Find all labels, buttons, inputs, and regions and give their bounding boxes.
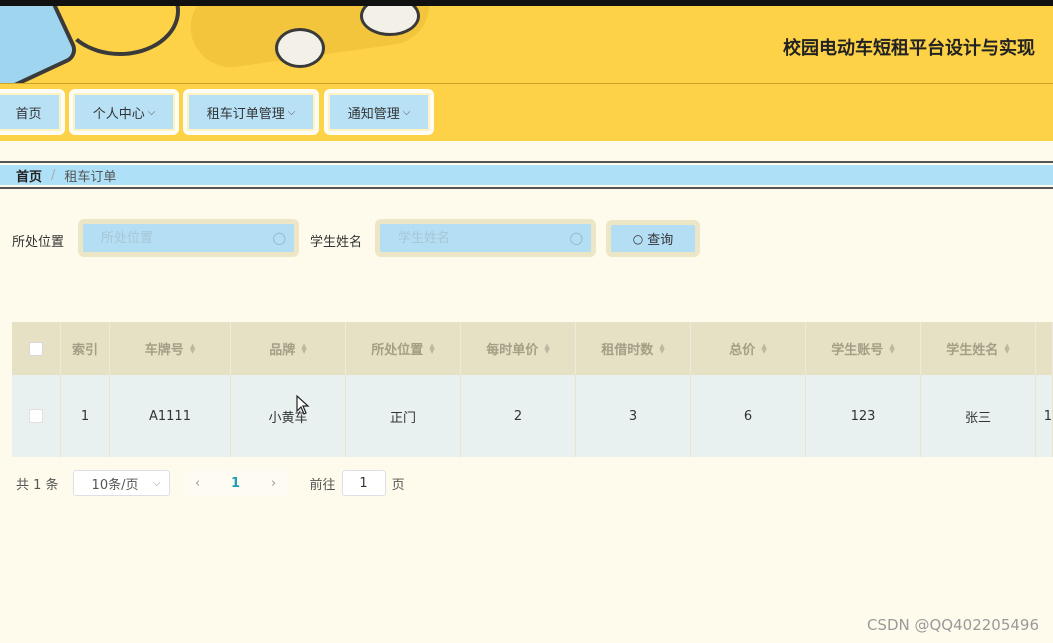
table-cell: 3 (576, 375, 691, 457)
nav-item-notices[interactable]: 通知管理 ⌵ (324, 89, 434, 135)
total-count: 共 1 条 (16, 477, 59, 493)
orders-table: 索引 车牌号 ▲ ▼ 品牌 ▲ ▼ 所处位置 ▲ ▼ 每时单价 ▲ ▼ 租借时数 ▲ ▼ 总价 ▲ ▼ … (12, 322, 1053, 457)
nav-item-home[interactable]: 首页 (0, 89, 65, 135)
location-search-box: ◯ (78, 219, 299, 257)
table-cell: 小黄车 (231, 375, 346, 457)
header-checkbox-cell (12, 322, 61, 375)
column-header[interactable]: 所处位置 ▲ ▼ (346, 322, 461, 375)
chevron-left-icon: ‹ (194, 475, 201, 491)
chevron-down-icon: ⌵ (402, 106, 411, 118)
mouse-cursor-icon (296, 395, 310, 415)
watermark: CSDN @QQ402205496 (866, 616, 1039, 634)
table-cell: 正门 (346, 375, 461, 457)
chevron-down-icon: ⌵ (287, 106, 296, 118)
table-cell-overflow: 1 (1036, 375, 1053, 457)
goto-prefix: 前往 (309, 477, 336, 493)
goto-page-input[interactable]: 1 (341, 470, 386, 496)
query-button-label: 查询 (647, 233, 674, 248)
table-cell: 1 (61, 375, 110, 457)
table-cell: 6 (691, 375, 806, 457)
sort-icon[interactable]: ▲ ▼ (301, 342, 306, 354)
column-header[interactable]: 每时单价 ▲ ▼ (461, 322, 576, 375)
table-cell: 张三 (921, 375, 1036, 457)
sort-icon[interactable]: ▲ ▼ (429, 342, 434, 354)
nav-item-personal-center[interactable]: 个人中心 ⌵ (69, 89, 179, 135)
sort-icon[interactable]: ▲ ▼ (659, 342, 664, 354)
row-checkbox[interactable] (29, 409, 43, 423)
table-cell: 123 (806, 375, 921, 457)
column-header: 索引 (61, 322, 110, 375)
select-all-checkbox[interactable] (29, 341, 43, 356)
earbud-illustration (275, 28, 325, 68)
student-search-box: ◯ (375, 219, 596, 257)
column-header[interactable]: 总价 ▲ ▼ (691, 322, 806, 375)
location-search-input[interactable] (99, 229, 259, 247)
breadcrumb-home[interactable]: 首页 (16, 166, 42, 185)
goto-suffix: 页 (391, 477, 405, 493)
nav-item-rental-orders[interactable]: 租车订单管理 ⌵ (183, 89, 319, 135)
student-name-label: 学生姓名 (310, 235, 363, 250)
breadcrumb-separator: / (51, 167, 56, 183)
search-icon: ○ (632, 231, 644, 246)
nav-item-label: 租车订单管理 (206, 106, 285, 122)
sort-icon[interactable]: ▲ ▼ (1004, 342, 1009, 354)
pagination: 共 1 条 10条/页 ⌵ ‹ 1 › 前往 1 页 (16, 470, 405, 496)
site-title: 校园电动车短租平台设计与实现 (783, 38, 1035, 59)
table-cell: A1111 (110, 375, 231, 457)
location-label: 所处位置 (12, 235, 65, 250)
chevron-right-icon: › (270, 475, 277, 491)
column-header[interactable]: 学生账号 ▲ ▼ (806, 322, 921, 375)
nav-item-label: 通知管理 (347, 106, 400, 122)
search-icon: ◯ (272, 231, 286, 245)
chevron-down-icon: ⌵ (152, 477, 161, 489)
table-header: 索引 车牌号 ▲ ▼ 品牌 ▲ ▼ 所处位置 ▲ ▼ 每时单价 ▲ ▼ 租借时数 ▲ ▼ 总价 ▲ ▼ … (12, 322, 1053, 375)
table-cell: 2 (461, 375, 576, 457)
next-page-button[interactable]: › (259, 470, 288, 496)
row-checkbox-cell (12, 375, 61, 457)
query-button[interactable]: ○ 查询 (606, 220, 700, 257)
header-banner: 校园电动车短租平台设计与实现 (0, 6, 1053, 84)
nav-item-label: 个人中心 (92, 106, 145, 122)
sort-icon[interactable]: ▲ ▼ (761, 342, 766, 354)
page-size-select[interactable]: 10条/页 ⌵ (72, 470, 170, 496)
student-name-input[interactable] (396, 229, 556, 247)
chevron-down-icon: ⌵ (147, 106, 156, 118)
nav-bar: 首页 个人中心 ⌵ 租车订单管理 ⌵ 通知管理 ⌵ (0, 84, 1053, 141)
column-header[interactable]: 学生姓名 ▲ ▼ (921, 322, 1036, 375)
table-row[interactable]: 1 A1111 小黄车 正门 2 3 6 123 张三 1 (12, 375, 1053, 457)
sort-icon[interactable]: ▲ ▼ (544, 342, 549, 354)
page-size-value: 10条/页 (91, 477, 139, 493)
breadcrumb: 首页 / 租车订单 (0, 161, 1053, 189)
search-icon: ◯ (569, 231, 583, 245)
sort-icon[interactable]: ▲ ▼ (190, 342, 195, 354)
prev-page-button[interactable]: ‹ (183, 470, 212, 496)
column-header[interactable]: 租借时数 ▲ ▼ (576, 322, 691, 375)
column-header[interactable]: 品牌 ▲ ▼ (231, 322, 346, 375)
sort-icon[interactable]: ▲ ▼ (889, 342, 894, 354)
cable-illustration (60, 6, 180, 56)
column-header-overflow (1036, 322, 1053, 375)
page-number[interactable]: 1 (211, 470, 260, 496)
column-header[interactable]: 车牌号 ▲ ▼ (110, 322, 231, 375)
breadcrumb-current: 租车订单 (64, 169, 117, 185)
nav-item-label: 首页 (15, 106, 42, 122)
